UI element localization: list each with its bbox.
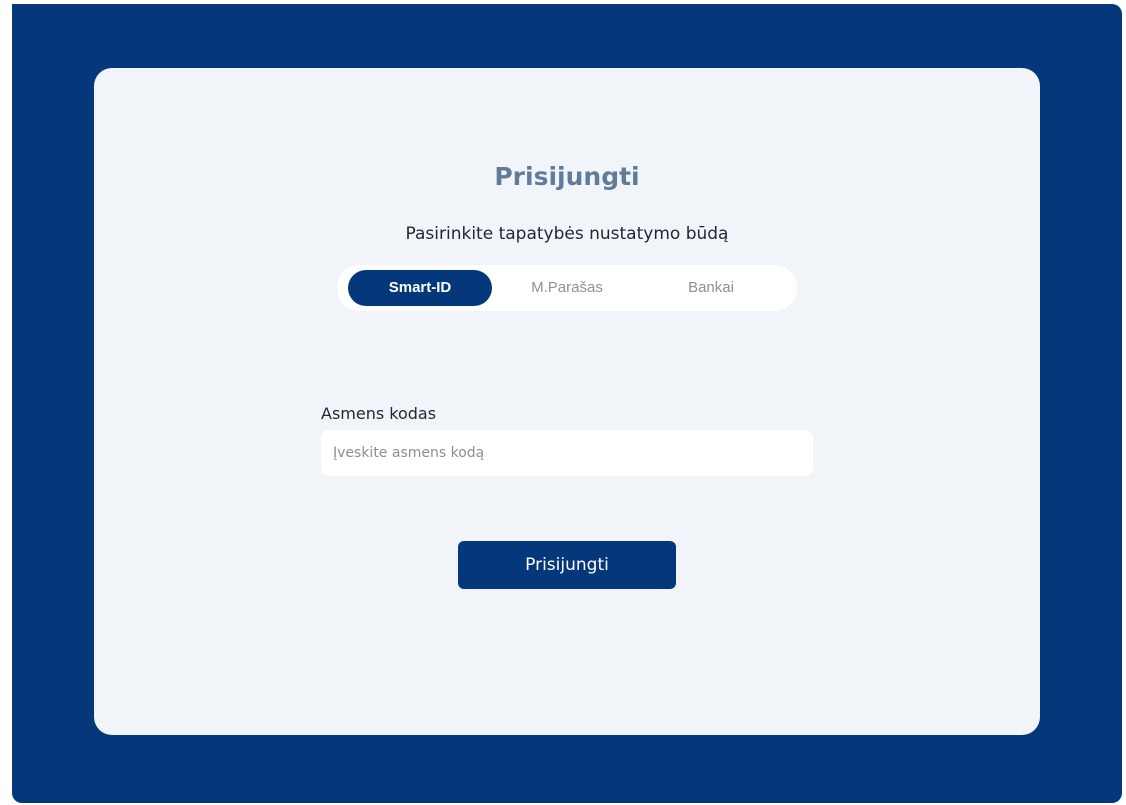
personal-code-input[interactable] <box>321 430 813 476</box>
login-card: Prisijungti Pasirinkite tapatybės nustat… <box>94 68 1040 735</box>
auth-method-prompt: Pasirinkite tapatybės nustatymo būdą <box>405 224 729 244</box>
auth-method-bankai[interactable]: Bankai <box>639 270 783 306</box>
auth-method-smart-id[interactable]: Smart-ID <box>348 270 492 306</box>
auth-method-m-parasas[interactable]: M.Parašas <box>495 270 639 306</box>
personal-code-label: Asmens kodas <box>321 404 437 423</box>
page-title: Prisijungti <box>494 162 640 191</box>
page-frame: Prisijungti Pasirinkite tapatybės nustat… <box>12 4 1122 803</box>
login-button[interactable]: Prisijungti <box>458 541 676 589</box>
auth-method-switcher: Smart-ID M.Parašas Bankai <box>337 265 797 311</box>
